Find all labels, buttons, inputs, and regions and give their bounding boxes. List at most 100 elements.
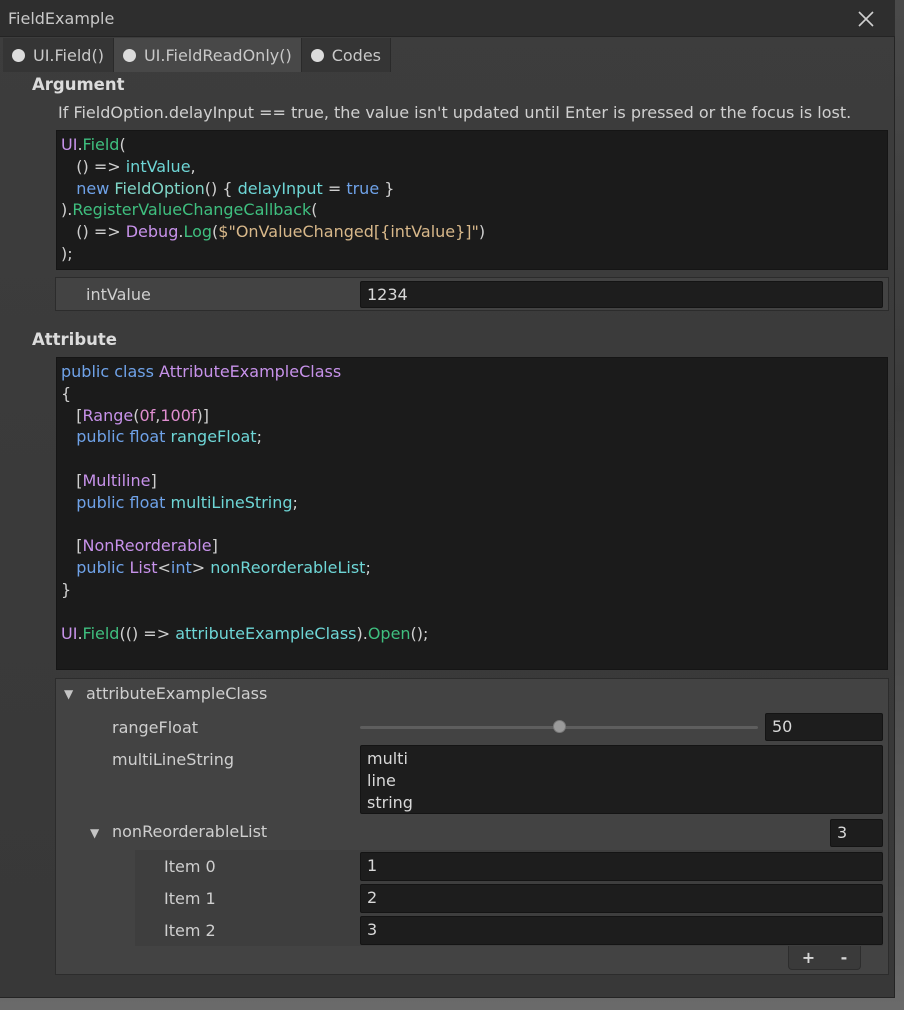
int-value-label: intValue [86, 285, 151, 304]
code-token: < [157, 558, 171, 578]
code-token: ) [478, 222, 486, 242]
foldout-expanded-icon[interactable]: ▼ [64, 687, 73, 701]
code-token: multiLineString [170, 492, 293, 512]
int-value-input[interactable]: 1234 [360, 281, 883, 308]
code-token: (); [410, 623, 429, 643]
code-token: public [76, 558, 130, 578]
code-token: () => [61, 222, 126, 242]
code-token: intValue [125, 156, 191, 176]
code-token: ); [61, 243, 73, 263]
list-size-input[interactable]: 3 [830, 819, 883, 847]
tab-bar: UI.Field() UI.FieldReadOnly() Codes [3, 38, 392, 72]
radio-dot-icon [310, 48, 324, 62]
code-token: > [191, 558, 211, 578]
code-token: public class [61, 362, 160, 381]
code-line: new FieldOption() { delayInput = true } [61, 178, 883, 200]
code-token: )] [196, 405, 210, 425]
radio-dot-icon [122, 48, 136, 62]
code-token: () { [204, 178, 238, 198]
code-token: [ [61, 536, 83, 556]
code-token: new [76, 178, 115, 198]
code-token: int [170, 558, 192, 578]
code-token: UI [61, 623, 78, 643]
code-line: [Multiline] [61, 470, 883, 492]
code-token: NonReorderable [82, 536, 212, 556]
tab-ui-field[interactable]: UI.Field() [3, 38, 114, 72]
code-token: Debug [125, 222, 179, 242]
tab-label: Codes [331, 45, 382, 65]
code-line: { [61, 383, 883, 405]
multiline-text-line: string [367, 793, 413, 812]
code-token: = [322, 178, 347, 198]
attribute-heading: Attribute [32, 330, 117, 349]
radio-dot-icon [12, 48, 25, 62]
tab-ui-field-readonly[interactable]: UI.FieldReadOnly() [113, 38, 302, 72]
item-1-input[interactable]: 2 [360, 884, 883, 913]
multiline-text-line: line [367, 771, 396, 790]
add-item-button[interactable]: + [802, 948, 815, 967]
remove-item-button[interactable]: - [841, 948, 848, 967]
tab-codes[interactable]: Codes [301, 38, 392, 72]
item-2-label: Item 2 [164, 921, 216, 940]
attribute-code-block: public class AttributeExampleClass{ [Ran… [56, 357, 888, 670]
code-token: { [61, 383, 72, 403]
code-token: ( [311, 200, 318, 220]
multi-line-string-textarea[interactable]: multi line string [360, 745, 883, 814]
code-line: () => Debug.Log($"OnValueChanged[{intVal… [61, 221, 883, 243]
tab-label: UI.FieldReadOnly() [143, 45, 292, 65]
code-token: public float [76, 492, 171, 512]
tab-label: UI.Field() [33, 45, 104, 65]
code-line: ); [61, 243, 883, 265]
code-line: public class AttributeExampleClass [61, 361, 883, 383]
close-icon[interactable] [853, 6, 879, 32]
code-token: public float [76, 427, 171, 447]
code-token: attributeExampleClass [175, 623, 357, 643]
code-line: [NonReorderable] [61, 535, 883, 557]
item-0-label: Item 0 [164, 857, 216, 876]
code-token: 0f [139, 405, 156, 425]
non-reorderable-list-foldout[interactable]: nonReorderableList [112, 822, 267, 841]
code-token: AttributeExampleClass [159, 362, 342, 381]
item-0-input[interactable]: 1 [360, 852, 883, 881]
argument-code-block: UI.Field( () => intValue, new FieldOptio… [56, 130, 888, 270]
code-line: () => intValue, [61, 156, 883, 178]
window-title: FieldExample [8, 9, 115, 28]
code-token: , [190, 156, 196, 176]
code-token: RegisterValueChangeCallback [72, 200, 312, 220]
code-line: UI.Field( [61, 134, 883, 156]
range-float-slider-knob[interactable] [553, 720, 566, 733]
code-token: Field [82, 135, 120, 154]
code-token: ; [256, 427, 262, 447]
code-token: ] [150, 470, 157, 490]
code-token: Multiline [82, 470, 151, 490]
code-token: nonReorderableList [210, 558, 366, 578]
code-token: delayInput [237, 178, 323, 198]
range-float-label: rangeFloat [112, 718, 199, 737]
int-value-row: intValue 1234 [55, 277, 889, 311]
multi-line-string-label: multiLineString [112, 750, 234, 769]
code-token: () => [61, 156, 126, 176]
code-token: } [61, 579, 72, 599]
item-2-input[interactable]: 3 [360, 916, 883, 945]
range-float-input[interactable]: 50 [765, 713, 883, 741]
code-token: true [346, 178, 380, 198]
code-token: } [379, 178, 395, 198]
code-line: UI.Field(() => attributeExampleClass).Op… [61, 623, 883, 645]
code-token: [ [61, 405, 83, 425]
code-token: FieldOption [114, 178, 205, 198]
code-token: ( [119, 135, 126, 154]
code-token: ). [356, 623, 368, 643]
code-line: ).RegisterValueChangeCallback( [61, 199, 883, 221]
list-foldout-expanded-icon[interactable]: ▼ [90, 826, 99, 840]
field-example-window: FieldExample UI.Field() UI.FieldReadOnly… [0, 0, 895, 998]
code-token: UI [61, 135, 78, 154]
code-line: public float multiLineString; [61, 492, 883, 514]
foldout-attribute-example-class[interactable]: attributeExampleClass [86, 684, 267, 703]
code-token: Range [82, 405, 134, 425]
